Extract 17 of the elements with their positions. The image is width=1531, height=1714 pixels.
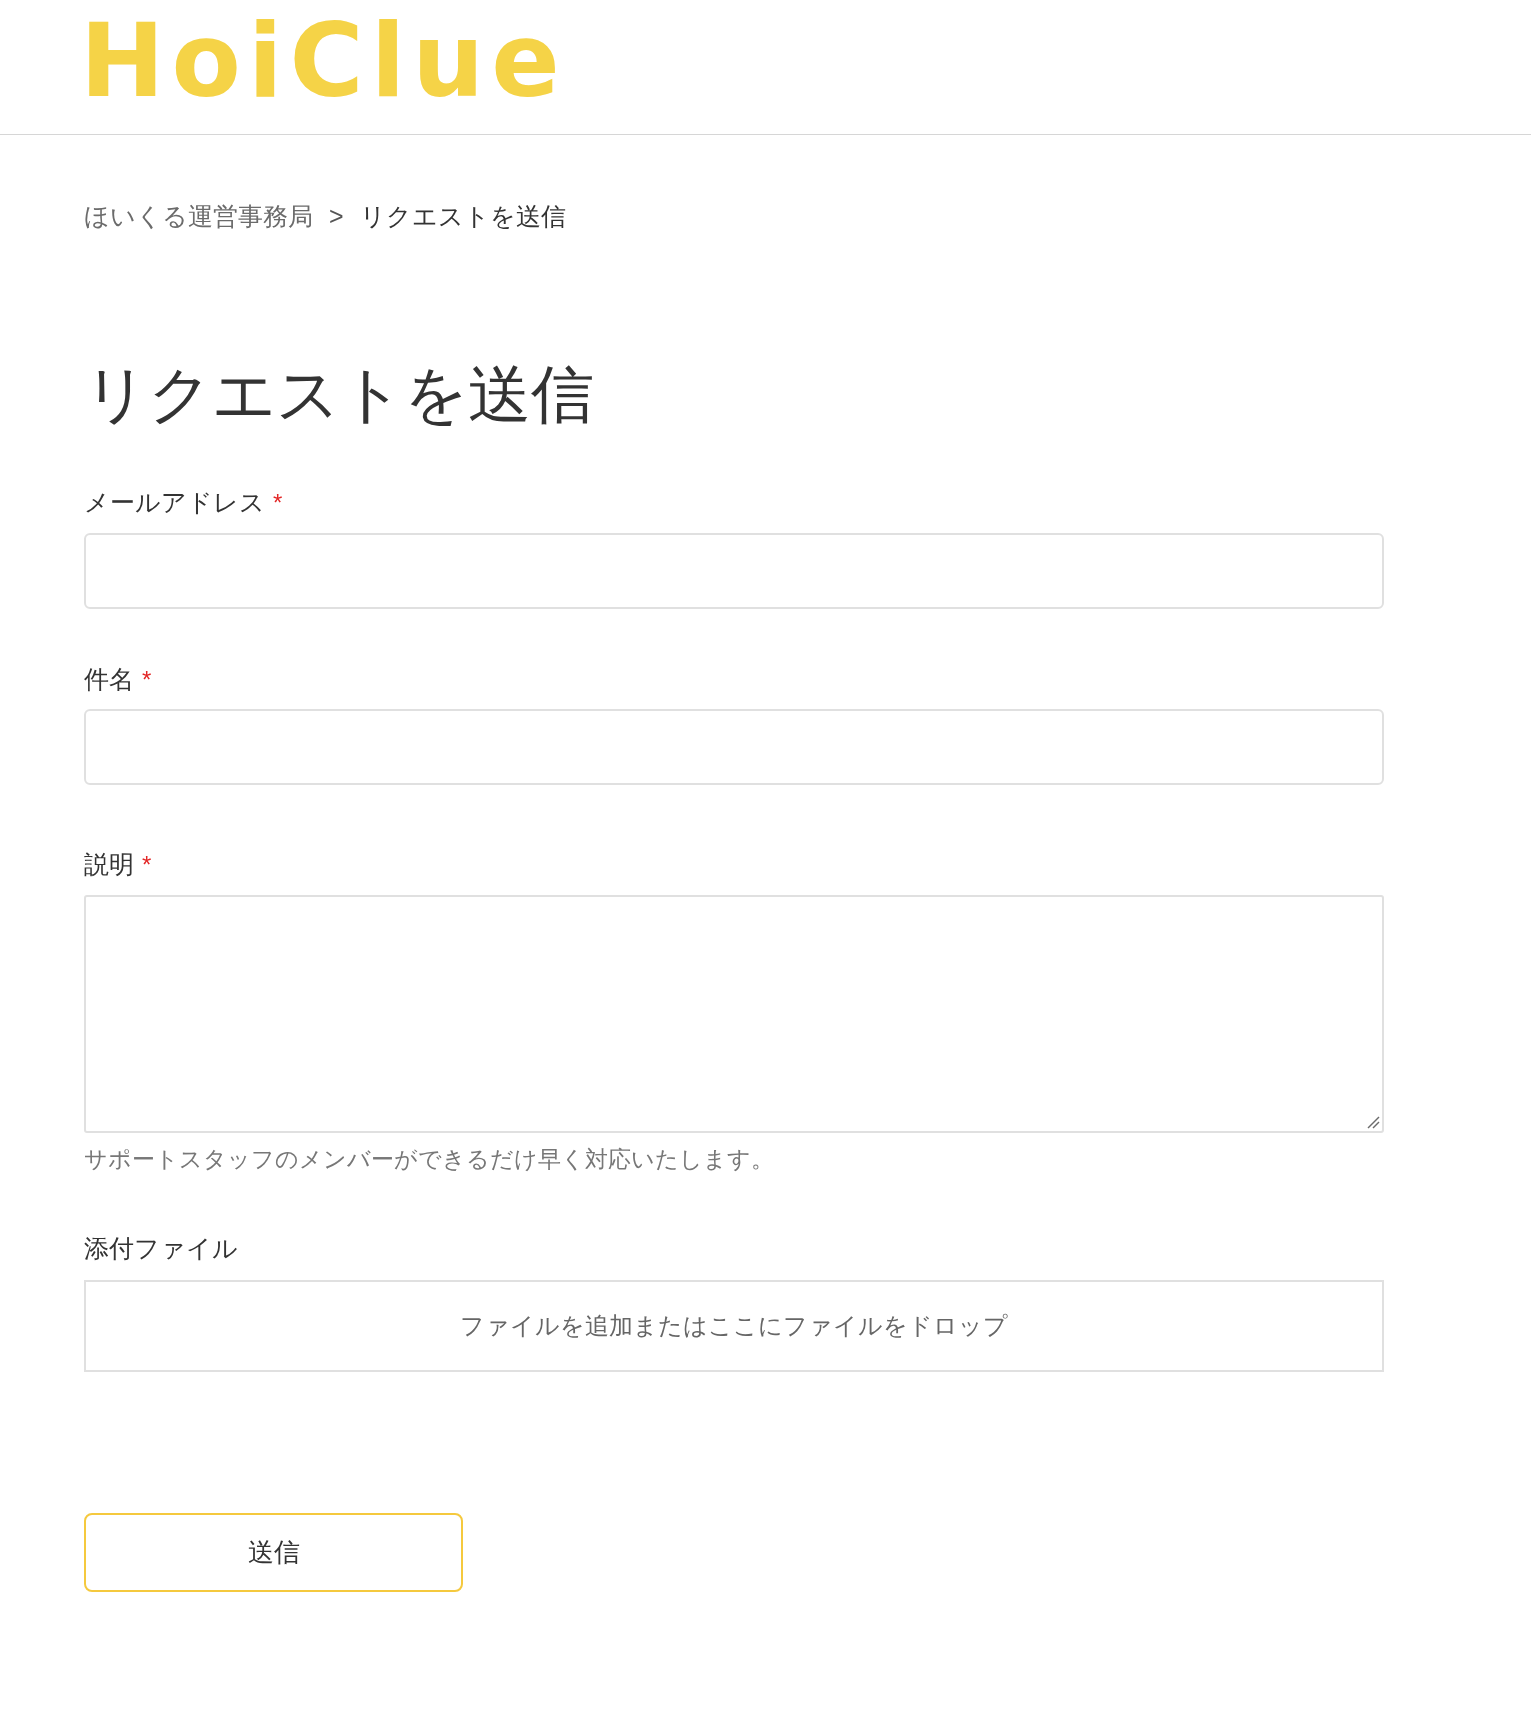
field-label: メールアドレス (84, 487, 265, 519)
submit-button[interactable]: 送信 (84, 1512, 463, 1592)
field-hint: サポートスタッフのメンバーができるだけ早く対応いたします。 (84, 1144, 774, 1174)
field-label: 件名 (84, 663, 134, 695)
required-marker: * (273, 488, 283, 519)
field-label: 添付ファイル (84, 1233, 238, 1265)
required-marker: * (142, 850, 152, 881)
required-marker: * (142, 664, 152, 695)
breadcrumb-separator: > (329, 201, 344, 232)
breadcrumb-link[interactable]: ほいくる運営事務局 (84, 198, 313, 236)
text-input[interactable] (84, 709, 1384, 786)
breadcrumb-current[interactable]: リクエストを送信 (359, 198, 566, 236)
text-input[interactable] (84, 532, 1384, 609)
resize-handle-icon[interactable] (1367, 1115, 1380, 1129)
field-label: 説明 (84, 849, 134, 881)
file-drop-zone[interactable]: ファイルを追加またはここにファイルをドロップ (84, 1279, 1384, 1372)
page-title: リクエストを送信 (84, 357, 594, 431)
